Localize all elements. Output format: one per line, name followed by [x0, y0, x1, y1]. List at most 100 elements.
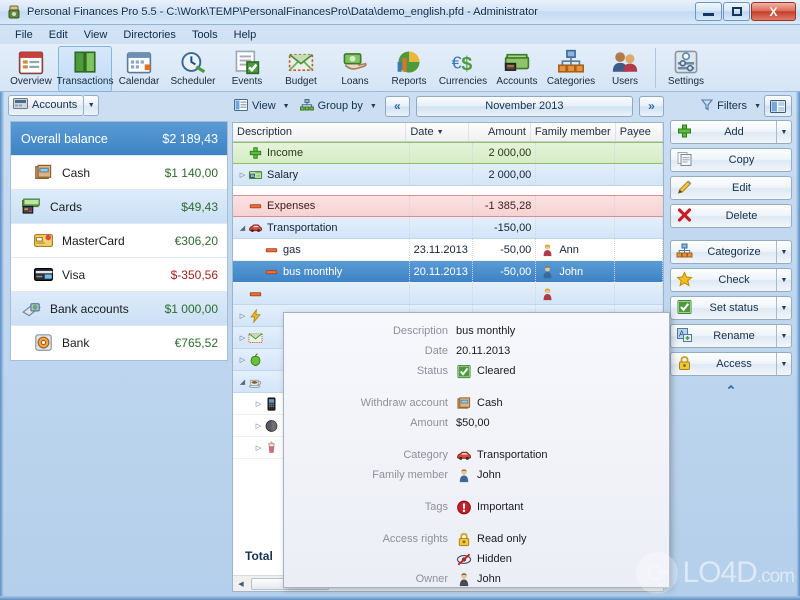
split-dropdown-arrow[interactable]: ▼ [776, 121, 791, 143]
column-header-date[interactable]: Date ▼ [406, 123, 469, 141]
collapse-panel-button[interactable]: ⌃ [670, 380, 792, 402]
ribbon-calendar[interactable]: Calendar [112, 46, 166, 92]
ribbon-accounts[interactable]: Accounts [490, 46, 544, 92]
ribbon-scheduler[interactable]: Scheduler [166, 46, 220, 92]
tooltip-value-text: Important [477, 501, 524, 513]
next-period-button[interactable]: » [639, 95, 664, 117]
account-row[interactable]: Bank accounts $1 000,00 [11, 292, 227, 326]
button-label: Edit [732, 182, 751, 194]
account-row[interactable]: Overall balance $2 189,43 [11, 122, 227, 156]
layout-toggle-button[interactable] [764, 95, 792, 117]
view-dropdown[interactable]: View ▼ [232, 97, 292, 116]
access-button[interactable]: Access ▼ [670, 352, 792, 376]
column-header-amount[interactable]: Amount [469, 123, 531, 141]
column-header-description[interactable]: Description [233, 123, 407, 141]
edit-button[interactable]: Edit [670, 176, 792, 200]
menu-item-file[interactable]: File [8, 27, 40, 43]
ribbon-settings[interactable]: Settings [659, 46, 713, 92]
action-buttons: Add ▼ Copy Edit Delete Categorize ▼ Check ▼ Set s… [670, 120, 792, 380]
transaction-row[interactable]: bus monthly 20.11.2013 -50,00 John [233, 261, 663, 283]
split-dropdown-arrow[interactable]: ▼ [776, 241, 791, 263]
ball-icon [264, 419, 279, 433]
delete-button[interactable]: Delete [670, 204, 792, 228]
transaction-row[interactable]: Income 2 000,00 [233, 142, 663, 164]
account-name: Bank [62, 336, 90, 350]
period-label[interactable]: November 2013 [415, 95, 633, 117]
ribbon-budget[interactable]: Budget [274, 46, 328, 92]
collapse-arrow-icon[interactable]: ◢ [237, 378, 248, 386]
add-button[interactable]: Add ▼ [670, 120, 792, 144]
expand-arrow-icon[interactable]: ▷ [237, 356, 248, 364]
account-row[interactable]: Visa $-350,56 [11, 258, 227, 292]
users-icon [611, 49, 639, 75]
expand-arrow-icon[interactable]: ▷ [237, 171, 248, 179]
accounts-dropdown-arrow[interactable]: ▼ [84, 94, 100, 116]
menu-item-help[interactable]: Help [227, 27, 264, 43]
scroll-left-arrow[interactable]: ◀ [233, 576, 249, 591]
set-status-button[interactable]: Set status ▼ [670, 296, 792, 320]
menu-item-directories[interactable]: Directories [116, 27, 183, 43]
split-dropdown-arrow[interactable]: ▼ [776, 269, 791, 291]
clock-icon [179, 49, 207, 75]
menu-item-edit[interactable]: Edit [42, 27, 75, 43]
menu-item-view[interactable]: View [77, 27, 115, 43]
disc-icon [33, 333, 55, 353]
cell-date [410, 196, 473, 216]
split-dropdown-arrow[interactable]: ▼ [776, 325, 791, 347]
rename-button[interactable]: A Rename ▼ [670, 324, 792, 348]
lightning-icon [248, 307, 263, 324]
menu-item-tools[interactable]: Tools [185, 27, 225, 43]
accounts-button[interactable]: Accounts [8, 94, 85, 116]
minimize-button[interactable] [695, 2, 722, 21]
groupby-dropdown[interactable]: Group by ▼ [298, 97, 379, 116]
tooltip-label: Amount [410, 417, 448, 429]
ribbon-transactions[interactable]: Transactions [57, 46, 113, 92]
transaction-row[interactable]: Expenses -1 385,28 [233, 195, 663, 217]
ribbon-currencies[interactable]: € $ Currencies [436, 46, 490, 92]
expand-arrow-icon[interactable]: ▷ [253, 400, 264, 408]
transaction-row[interactable]: ▷ EUR Salary 2 000,00 [233, 164, 663, 186]
ribbon-categories[interactable]: Categories [544, 46, 598, 92]
car-icon [248, 221, 263, 235]
maximize-button[interactable] [723, 2, 750, 21]
ribbon-overview[interactable]: Overview [4, 46, 58, 92]
categorize-button[interactable]: Categorize ▼ [670, 240, 792, 264]
ribbon-reports[interactable]: Reports [382, 46, 436, 92]
ribbon-loans[interactable]: Loans [328, 46, 382, 92]
transaction-row[interactable] [233, 283, 663, 305]
cell-family-member [536, 217, 615, 238]
filters-button[interactable]: Filters ▼ [700, 98, 761, 114]
collapse-arrow-icon[interactable]: ◢ [237, 224, 248, 232]
split-dropdown-arrow[interactable]: ▼ [776, 353, 791, 375]
copy-button[interactable]: Copy [670, 148, 792, 172]
ribbon-events[interactable]: Events [220, 46, 274, 92]
split-dropdown-arrow[interactable]: ▼ [776, 297, 791, 319]
tooltip-row: Access rights Read only [284, 529, 669, 549]
ribbon-users[interactable]: Users [598, 46, 652, 92]
account-row[interactable]: Cards $49,43 [11, 190, 227, 224]
car-icon [456, 448, 472, 463]
account-balance: $1 000,00 [164, 301, 218, 316]
transaction-row[interactable]: ◢ Transportation -150,00 [233, 217, 663, 239]
check-button[interactable]: Check ▼ [670, 268, 792, 292]
column-header-family-member[interactable]: Family member [531, 123, 616, 141]
expand-arrow-icon[interactable]: ▷ [237, 312, 248, 320]
description-text: Transportation [267, 221, 338, 234]
expand-arrow-icon[interactable]: ▷ [237, 334, 248, 342]
tooltip-label: Status [416, 365, 448, 377]
tooltip-value: Cash [456, 396, 669, 411]
cell-family-member [536, 283, 615, 304]
account-row[interactable]: Cash $1 140,00 [11, 156, 227, 190]
account-row[interactable]: Bank €765,52 [11, 326, 227, 360]
plus-icon [676, 123, 696, 141]
transaction-row[interactable]: gas 23.11.2013 -50,00 Ann [233, 239, 663, 261]
close-button[interactable]: X [751, 2, 796, 21]
pencil-icon [676, 179, 696, 197]
rename-icon: A [676, 327, 696, 345]
expand-arrow-icon[interactable]: ▷ [253, 422, 264, 430]
expand-arrow-icon[interactable]: ▷ [253, 444, 264, 452]
previous-period-button[interactable]: « [384, 95, 410, 117]
column-header-payee[interactable]: Payee [616, 123, 663, 141]
cell-payee [615, 283, 663, 304]
account-row[interactable]: MasterCard €306,20 [11, 224, 227, 258]
